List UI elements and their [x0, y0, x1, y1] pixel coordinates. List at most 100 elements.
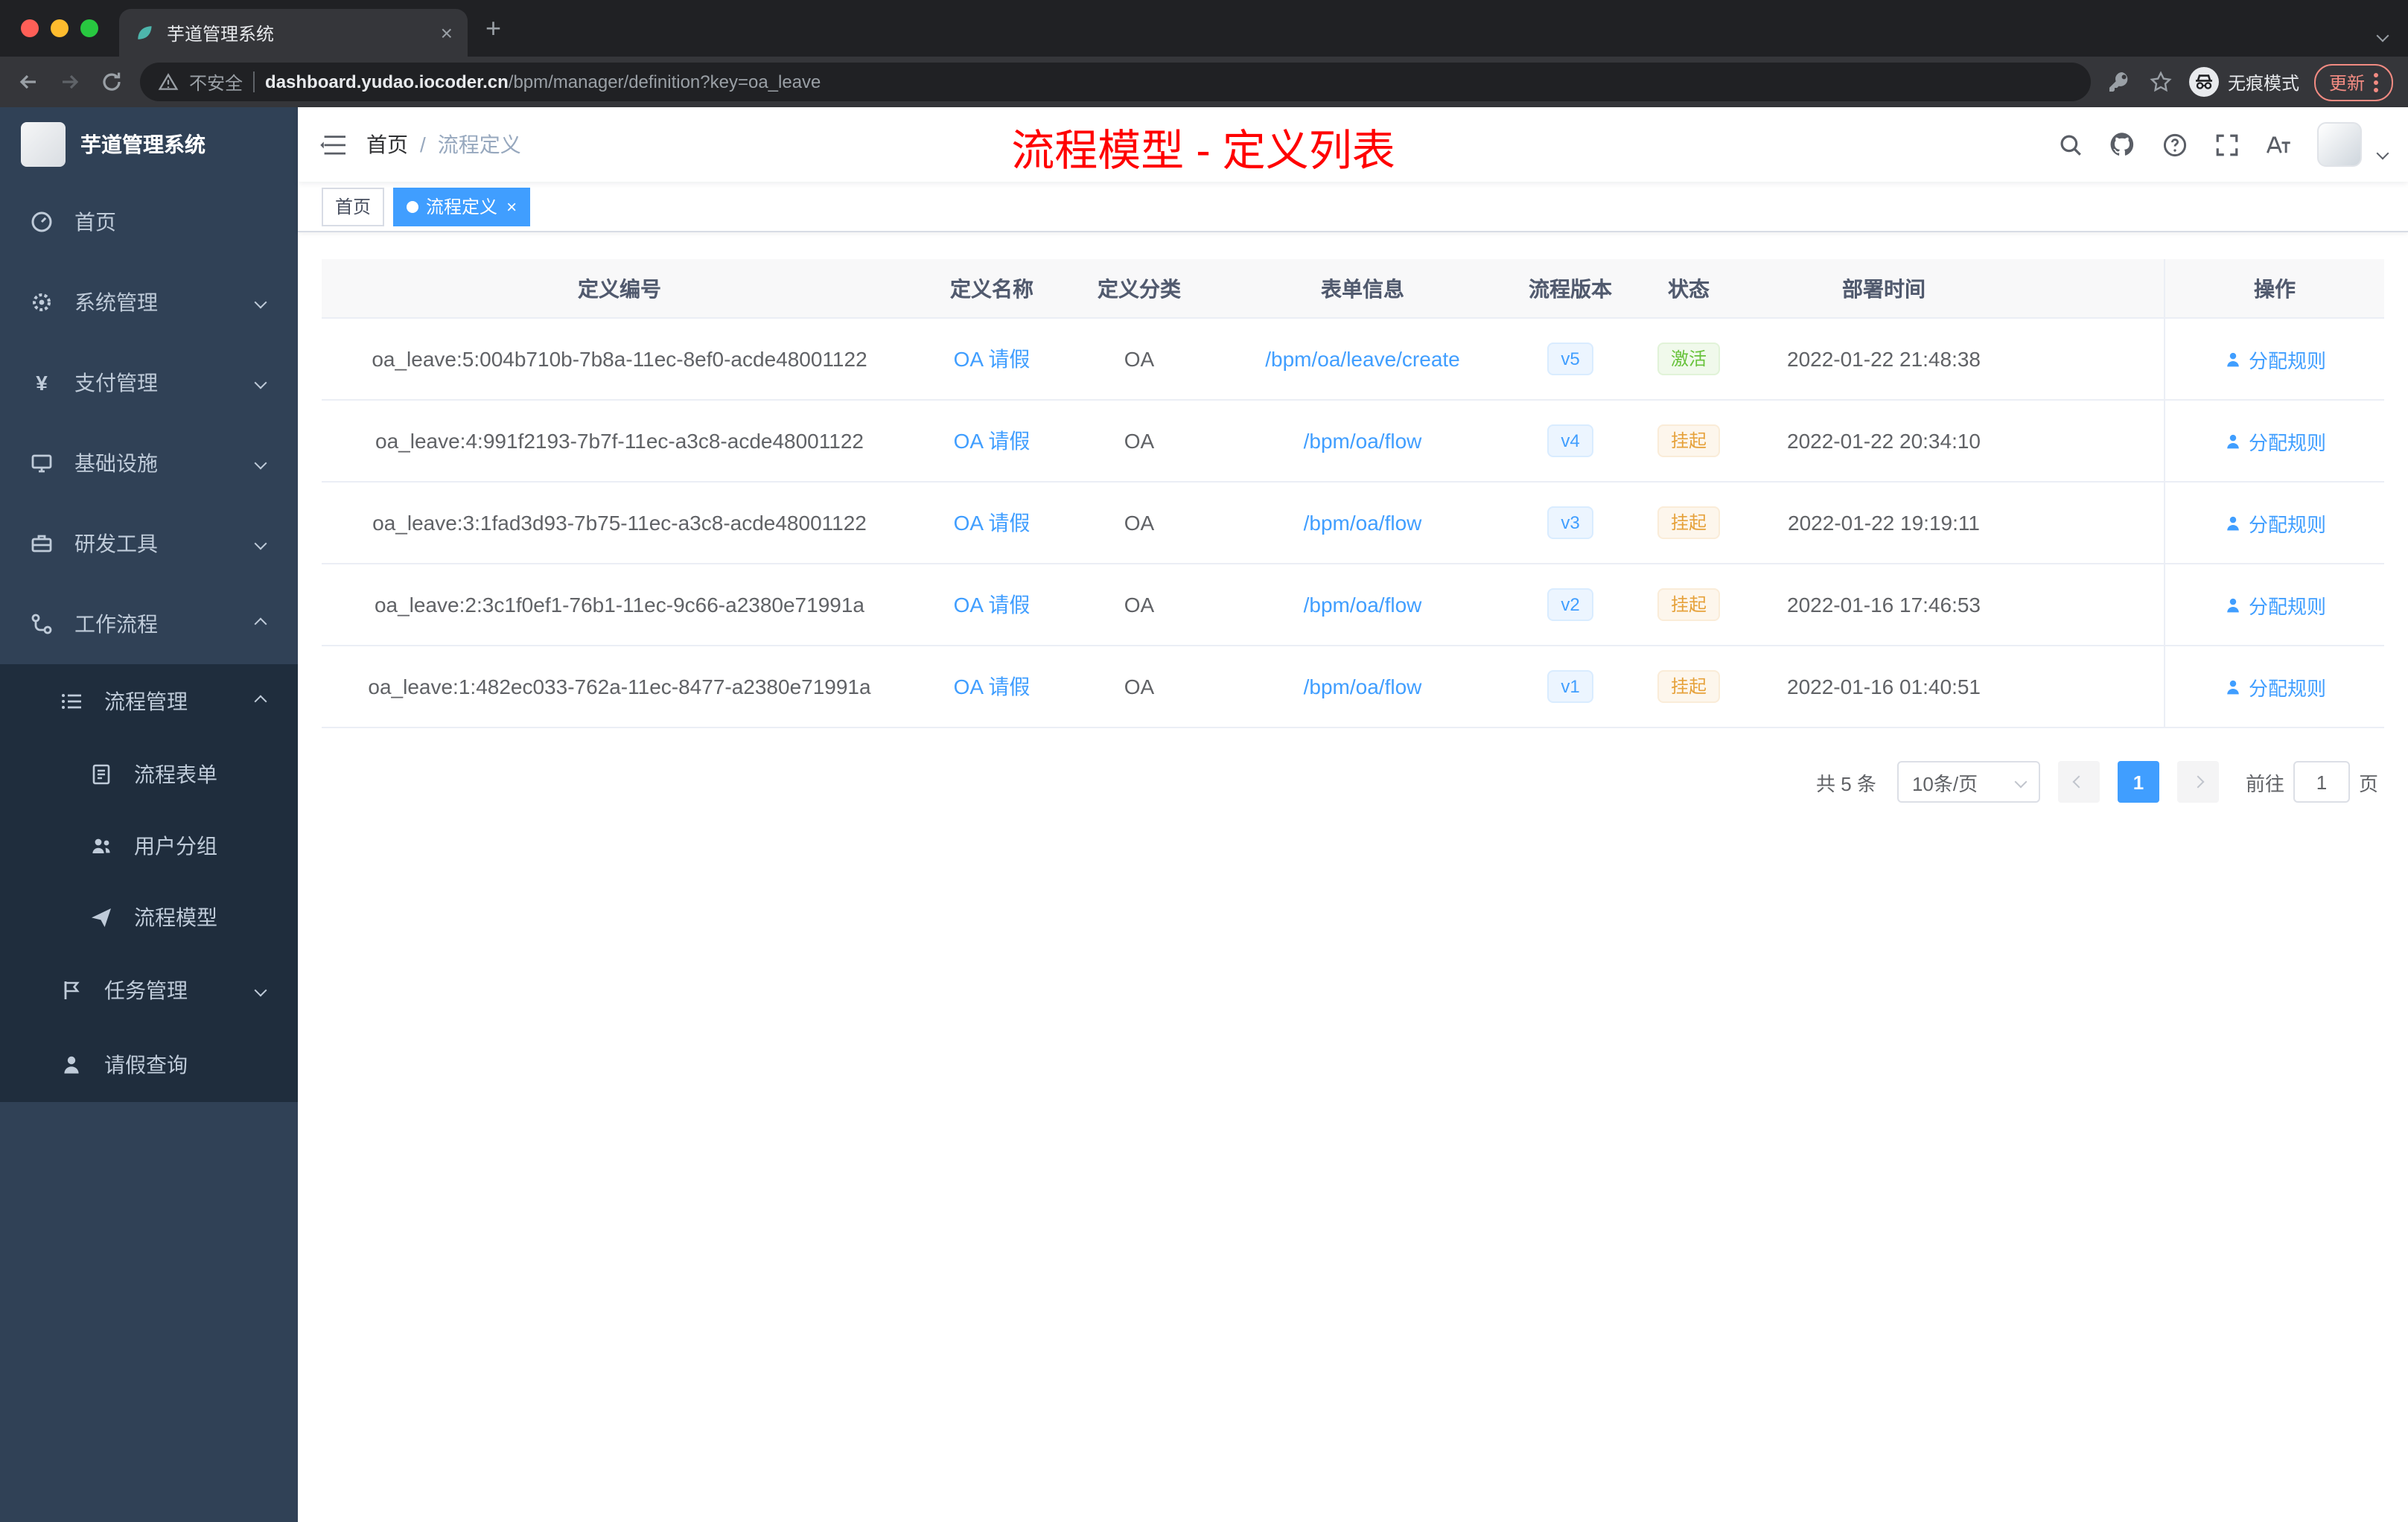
table-row: oa_leave:3:1fad3d93-7b75-11ec-a3c8-acde4… [322, 483, 2384, 564]
browser-tab[interactable]: 芋道管理系统 × [119, 9, 468, 57]
user-avatar[interactable] [2317, 122, 2362, 167]
sidebar-item-leave-query[interactable]: 请假查询 [0, 1028, 298, 1102]
list-icon [62, 694, 81, 709]
sidebar-item-label: 基础设施 [74, 451, 158, 475]
tab-close-icon[interactable]: × [441, 21, 453, 45]
sidebar-item-system[interactable]: 系统管理 [0, 262, 298, 343]
flag-icon [64, 981, 80, 999]
font-size-icon[interactable] [2265, 131, 2292, 158]
deploy-time: 2022-01-16 01:40:51 [1787, 675, 1981, 698]
sidebar-item-devtools[interactable]: 研发工具 [0, 503, 298, 584]
next-page-button[interactable] [2176, 761, 2219, 803]
sidebar-item-infrastructure[interactable]: 基础设施 [0, 423, 298, 503]
assign-rule-link[interactable]: 分配规则 [2223, 427, 2326, 455]
browser-menu-icon[interactable] [2374, 72, 2378, 92]
page-title: 流程模型 - 定义列表 [1011, 128, 1395, 176]
password-key-icon[interactable] [2106, 69, 2133, 95]
zoom-window-button[interactable] [80, 19, 98, 37]
minimize-window-button[interactable] [51, 19, 69, 37]
sidebar-item-label: 流程表单 [134, 762, 217, 786]
users-icon [92, 838, 110, 853]
pagination: 共 5 条 10条/页 1 前往 页 [298, 728, 2408, 803]
url-path: /bpm/manager/definition?key=oa_leave [508, 71, 821, 92]
back-button[interactable] [15, 69, 42, 95]
sidebar: 芋道管理系统 首页 系统管理 ¥ 支付管理 基础设施 研发工具 工作流程 流程管… [0, 107, 298, 1522]
sidebar-item-process-form[interactable]: 流程表单 [0, 739, 298, 810]
new-tab-button[interactable]: + [485, 13, 501, 44]
pagination-total: 共 5 条 [1816, 772, 1876, 795]
chevron-up-icon [254, 617, 267, 631]
breadcrumb: 首页 / 流程定义 [366, 130, 521, 159]
tag-home[interactable]: 首页 [322, 187, 385, 226]
window-controls[interactable] [0, 19, 119, 37]
search-icon[interactable] [2057, 131, 2083, 158]
version-badge: v2 [1547, 588, 1593, 621]
workflow-icon [31, 614, 52, 634]
sidebar-item-workflow[interactable]: 工作流程 [0, 584, 298, 664]
omnibox-divider [253, 71, 255, 92]
fullscreen-icon[interactable] [2213, 131, 2240, 158]
sidebar-toggle-icon[interactable] [298, 131, 366, 158]
gear-icon [33, 293, 51, 311]
sidebar-item-task-management[interactable]: 任务管理 [0, 953, 298, 1028]
forward-button[interactable] [57, 69, 83, 95]
definition-category: OA [1124, 429, 1155, 453]
sidebar-item-label: 任务管理 [104, 978, 188, 1002]
column-header: 状态 [1668, 276, 1710, 300]
assign-rule-link[interactable]: 分配规则 [2223, 345, 2326, 373]
bookmark-star-icon[interactable] [2147, 69, 2174, 95]
form-info-link[interactable]: /bpm/oa/flow [1304, 593, 1422, 617]
tab-title: 芋道管理系统 [167, 23, 275, 44]
address-bar[interactable]: 不安全 dashboard.yudao.iocoder.cn/bpm/manag… [140, 63, 2091, 101]
avatar-caret-icon[interactable] [2376, 147, 2389, 160]
sidebar-item-process-management[interactable]: 流程管理 [0, 664, 298, 739]
version-badge: v5 [1547, 343, 1593, 375]
github-icon[interactable] [2109, 131, 2135, 158]
sidebar-item-label: 工作流程 [74, 612, 158, 636]
yen-icon: ¥ [36, 371, 48, 395]
chevron-down-icon [254, 296, 267, 309]
assign-rule-link[interactable]: 分配规则 [2223, 672, 2326, 701]
breadcrumb-home[interactable]: 首页 [366, 130, 408, 159]
form-info-link[interactable]: /bpm/oa/leave/create [1265, 347, 1460, 371]
column-header: 定义编号 [578, 276, 661, 300]
version-badge: v4 [1547, 424, 1593, 457]
sidebar-item-process-model[interactable]: 流程模型 [0, 882, 298, 953]
close-window-button[interactable] [21, 19, 39, 37]
page-number-button[interactable]: 1 [2117, 761, 2159, 803]
status-badge: 挂起 [1657, 424, 1720, 457]
definition-name-link[interactable]: OA 请假 [954, 593, 1031, 617]
form-icon [92, 764, 110, 785]
sidebar-item-label: 用户分组 [134, 834, 217, 858]
reload-button[interactable] [98, 69, 125, 95]
tag-process-definition[interactable]: 流程定义 × [393, 187, 531, 226]
definition-id: oa_leave:2:3c1f0ef1-76b1-11ec-9c66-a2380… [374, 593, 864, 617]
sidebar-item-payment[interactable]: ¥ 支付管理 [0, 343, 298, 423]
status-badge: 激活 [1657, 343, 1720, 375]
favicon-leaf-icon [138, 26, 152, 39]
sidebar-item-home[interactable]: 首页 [0, 182, 298, 262]
form-info-link[interactable]: /bpm/oa/flow [1304, 429, 1422, 453]
goto-page-input[interactable] [2293, 761, 2350, 803]
form-info-link[interactable]: /bpm/oa/flow [1304, 511, 1422, 535]
definition-name-link[interactable]: OA 请假 [954, 429, 1031, 453]
prev-page-button[interactable] [2057, 761, 2100, 803]
assign-rule-link[interactable]: 分配规则 [2223, 590, 2326, 619]
chevron-up-icon [254, 695, 267, 708]
tag-label: 首页 [335, 197, 372, 217]
tab-search-icon[interactable] [2376, 21, 2389, 48]
definition-name-link[interactable]: OA 请假 [954, 511, 1031, 535]
form-info-link[interactable]: /bpm/oa/flow [1304, 675, 1422, 698]
browser-update-button[interactable]: 更新 [2313, 63, 2393, 101]
help-icon[interactable] [2161, 131, 2188, 158]
toolbox-icon [31, 535, 52, 553]
tag-close-icon[interactable]: × [506, 196, 517, 217]
page-size-select[interactable]: 10条/页 [1896, 761, 2040, 803]
assign-rule-label: 分配规则 [2248, 349, 2326, 372]
definition-name-link[interactable]: OA 请假 [954, 675, 1031, 698]
deploy-time: 2022-01-22 21:48:38 [1787, 347, 1981, 371]
dashboard-icon [31, 211, 52, 232]
assign-rule-link[interactable]: 分配规则 [2223, 509, 2326, 537]
definition-name-link[interactable]: OA 请假 [954, 347, 1031, 371]
sidebar-item-user-group[interactable]: 用户分组 [0, 810, 298, 882]
